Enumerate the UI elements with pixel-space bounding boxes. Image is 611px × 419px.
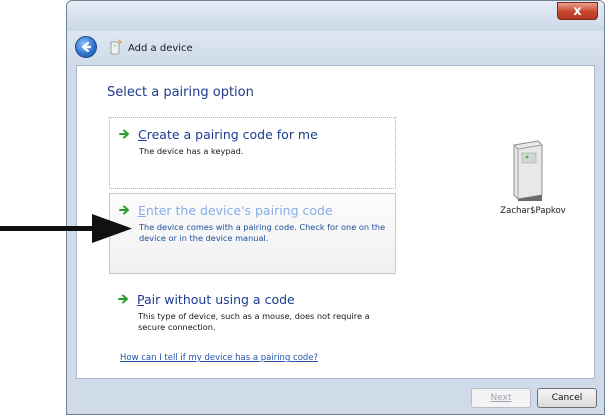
option-pair-without-code[interactable]: Pair without using a code This type of d… — [109, 283, 396, 339]
close-button[interactable]: x — [557, 2, 598, 20]
help-link[interactable]: How can I tell if my device has a pairin… — [120, 353, 318, 363]
content-panel: Select a pairing option Create a pairing… — [76, 65, 595, 379]
navigation-bar: Add a device — [67, 31, 604, 65]
next-button[interactable]: Next — [471, 388, 531, 408]
device-icon — [513, 140, 543, 201]
option-title: Enter the device's pairing code — [138, 203, 333, 218]
option-description: The device has a keypad. — [139, 146, 244, 156]
option-description: This type of device, such as a mouse, do… — [138, 311, 370, 332]
title-bar: x — [67, 1, 604, 31]
add-device-window: x Add a device Select a pairing option C… — [66, 0, 605, 415]
option-create-pairing-code[interactable]: Create a pairing code for me The device … — [109, 117, 396, 189]
back-arrow-icon — [81, 41, 92, 53]
option-enter-device-code[interactable]: Enter the device's pairing code The devi… — [109, 193, 396, 274]
option-title: Pair without using a code — [137, 292, 295, 307]
pointer-arrow-icon — [0, 214, 132, 243]
green-arrow-icon — [119, 129, 129, 139]
device-name: Zachar$Papkov — [500, 206, 566, 216]
option-title: Create a pairing code for me — [138, 127, 318, 142]
page-heading: Select a pairing option — [107, 85, 254, 100]
cancel-button[interactable]: Cancel — [537, 388, 597, 408]
bluetooth-device-icon — [110, 39, 122, 55]
green-arrow-icon — [118, 294, 128, 304]
close-icon: x — [573, 4, 582, 19]
window-title: Add a device — [128, 43, 193, 54]
option-description: The device comes with a pairing code. Ch… — [139, 222, 386, 243]
back-button[interactable] — [75, 36, 97, 58]
